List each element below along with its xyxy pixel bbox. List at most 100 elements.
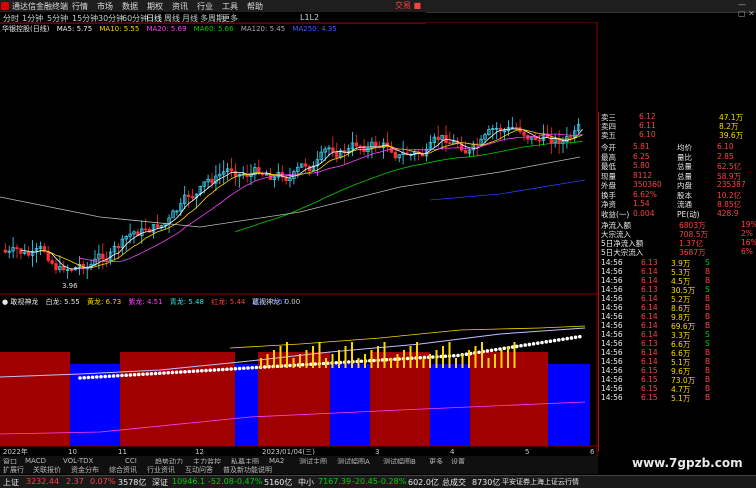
stock-chart[interactable]: 6.406.105.805.505.204.904.604.304.006.00… [0,22,598,456]
app-logo-icon [1,2,9,10]
ma250-line [429,179,586,201]
candle-body [463,149,468,154]
tick-time: 14:56 [601,330,623,339]
indicator-dot [233,366,238,371]
indicator-yellow-bar [344,346,347,368]
indicator-dot [359,359,364,364]
candle-body [46,250,50,261]
tick-direction: B [705,384,711,393]
indicator-yellow-bar [513,342,516,368]
tick-price: 6.13 [641,285,658,294]
trade-button[interactable]: 交易 ■ [395,0,421,11]
zilong-value: 紫龙: 4.51 [128,298,163,306]
x-axis-label: 4 [450,448,455,456]
tick-direction: B [705,366,711,375]
info-tab[interactable]: 行业资讯 [147,465,175,475]
indicator-dot [288,363,292,368]
app-title: 通达信金融终端 [12,2,68,11]
candle-body [354,142,358,147]
indicator-yellow-bar [331,354,334,368]
candle-body [210,178,214,184]
stat-value: 5.81 [633,142,650,151]
menu-item[interactable]: 资讯 [172,1,188,12]
x-axis-label: 12 [195,448,204,456]
indicator-yellow-bar [474,346,477,368]
tick-time: 14:56 [601,339,623,348]
menu-item[interactable]: 帮助 [247,1,263,12]
indicator-dot [372,358,376,363]
info-tab[interactable]: 互动问答 [185,465,213,475]
info-tab[interactable]: 扩展行 [3,465,24,475]
candle-body [569,136,573,138]
indicator-yellow-bar [468,350,470,368]
tick-price: 6.15 [641,384,658,393]
sh-index-label[interactable]: 上证 [3,477,19,488]
indicator-dot [107,374,112,379]
indicator-yellow-bar [292,358,295,368]
candle-body [522,131,526,136]
ask-price: 6.10 [639,130,656,139]
window-controls[interactable]: — ▢ ✕ [738,0,756,18]
indicator-dot [464,352,469,357]
indicator-dot [229,367,233,371]
indicator-dot [561,337,565,342]
info-tab[interactable]: 普及新功能说明 [223,465,272,475]
indicator-dot [536,341,540,345]
indicator-dot [111,374,116,378]
quote-panel: 卖三 6.12 47.1万 卖四 6.11 8.2万 卖五 6.10 39.6万 今开 5.81 均价… [598,112,756,452]
indicator-yellow-bar [364,354,366,368]
info-tab[interactable]: 资金分布 [71,465,99,475]
indicator-dot [557,338,561,342]
x-axis-label: 10 [68,448,77,456]
tick-direction: B [705,267,711,276]
tick-price: 6.14 [641,330,658,339]
indicator-dot [187,369,191,374]
indicator-dot [166,370,170,375]
candle-body [186,194,191,197]
tick-time: 14:56 [601,375,623,384]
broker-name: 平安证券上海上证云行情 [502,478,579,486]
candle-body [331,147,335,153]
ask-volume: 39.6万 [719,131,744,140]
zx-index-pct: -0.28% [378,477,407,486]
indicator-dot [405,356,410,361]
tick-direction: B [705,294,711,303]
indicator-dot [120,373,124,378]
ask-price: 6.11 [639,121,656,130]
stat-value: 1.54 [633,199,650,208]
x-axis-label: 5 [525,448,529,456]
menu-item[interactable]: 期权 [147,1,163,12]
indicator-dot [263,365,267,369]
indicator-yellow-bar [429,354,431,368]
candle-body [54,263,58,271]
flow-label: 5日大宗流入 [601,248,644,257]
menu-item[interactable]: 工具 [222,1,238,12]
candle-body [19,248,23,254]
tick-price: 6.13 [641,258,658,267]
candle-body [448,142,452,145]
menu-item[interactable]: 数据 [122,1,138,12]
flow-row: 5日大宗流入 3687万 6% [601,247,755,257]
indicator-yellow-bar [442,346,444,368]
tick-price: 6.14 [641,267,658,276]
info-tab[interactable]: 综合资讯 [109,465,137,475]
tick-time: 14:56 [601,267,623,276]
indicator-dot [250,365,254,370]
candle-body [50,260,54,264]
indicator-yellow-bar [494,354,496,368]
candle-body [358,145,362,148]
zx-index-label[interactable]: 中小 [298,477,314,488]
level-tab[interactable]: L1L2 [300,13,319,22]
tick-time: 14:56 [601,393,623,402]
indicator-yellow-bar [448,342,451,368]
sz-index-label[interactable]: 深证 [152,477,168,488]
candle-body [3,249,7,253]
menu-item[interactable]: 行业 [197,1,213,12]
info-tab[interactable]: 关联报价 [33,465,61,475]
menu-item[interactable]: 市场 [97,1,113,12]
indicator-yellow-bar [481,342,483,368]
stat-row: 换手 6.62% 股本 10.2亿 [601,190,755,200]
tick-price: 6.15 [641,366,658,375]
menu-item[interactable]: 行情 [72,1,88,12]
flow-pct: 2% [741,229,753,238]
